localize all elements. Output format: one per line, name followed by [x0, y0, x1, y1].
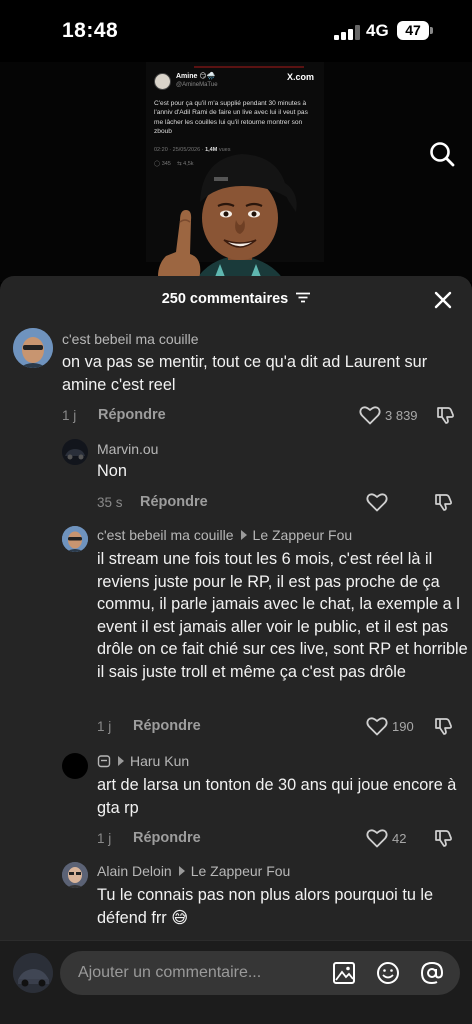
search-button[interactable]	[428, 140, 456, 168]
comment-item: c'est bebeil ma couille on va pas se men…	[0, 324, 472, 436]
comment-item: Alain Deloin Le Zappeur Fou Tu le connais…	[0, 860, 472, 940]
battery-icon: 47	[397, 21, 429, 40]
close-icon	[434, 291, 452, 309]
signal-icon	[334, 24, 360, 40]
comment-text: on va pas se mentir, tout ce qu'a dit ad…	[62, 353, 428, 394]
comment-text: Tu le connais pas non plus alors pourquo…	[97, 886, 434, 927]
like-count: 42	[392, 831, 407, 846]
reply-button[interactable]: Répondre	[98, 407, 166, 423]
heart-icon[interactable]	[366, 828, 388, 848]
reply-arrow-icon	[178, 866, 185, 876]
dislike-icon[interactable]	[434, 716, 454, 736]
reply-arrow-icon	[118, 756, 124, 766]
comments-title: 250 commentaires	[0, 291, 472, 307]
streamer-image	[158, 154, 297, 282]
tweet-text: C'est pour ça qu'il m'a supplié pendant …	[154, 100, 308, 136]
user-avatar[interactable]	[13, 953, 53, 993]
network-type: 4G	[366, 21, 389, 40]
avatar[interactable]	[62, 439, 88, 465]
comment-item: Haru Kun art de larsa un tonton de 30 an…	[0, 750, 472, 854]
comment-time: 1 j	[97, 831, 112, 846]
comment-text: il stream une fois tout les 6 mois, c'es…	[97, 550, 468, 681]
comment-input-bar	[0, 940, 472, 1024]
close-button[interactable]	[433, 290, 453, 310]
mention-icon[interactable]	[420, 961, 444, 985]
comment-username[interactable]: Marvin.ou	[97, 441, 158, 457]
comment-text: art de larsa un tonton de 30 ans qui jou…	[97, 776, 457, 817]
tweet-divider	[194, 66, 304, 68]
reply-to-username[interactable]: Haru Kun	[130, 753, 189, 769]
dislike-icon[interactable]	[434, 828, 454, 848]
like-count: 3 839	[385, 408, 418, 423]
battery-cap	[430, 27, 433, 34]
comment-username: Alain Deloin Le Zappeur Fou	[97, 863, 290, 879]
heart-icon[interactable]	[359, 405, 381, 425]
tweet-avatar	[154, 73, 171, 90]
comment-username: Haru Kun	[97, 753, 189, 769]
avatar[interactable]	[13, 328, 53, 368]
heart-icon[interactable]	[366, 492, 388, 512]
tweet-brand: X.com	[286, 72, 314, 82]
comment-username: c'est bebeil ma couille Le Zappeur Fou	[97, 527, 352, 543]
heart-icon[interactable]	[366, 716, 388, 736]
avatar[interactable]	[62, 753, 88, 779]
avatar[interactable]	[62, 862, 88, 888]
comment-username[interactable]: c'est bebeil ma couille	[62, 331, 199, 347]
status-bar: 18:48 4G 47	[0, 0, 472, 62]
sort-filter-icon[interactable]	[296, 291, 311, 307]
dislike-icon[interactable]	[436, 405, 456, 425]
reply-button[interactable]: Répondre	[133, 830, 201, 846]
like-count: 190	[392, 719, 414, 734]
reply-to-username[interactable]: Le Zappeur Fou	[191, 863, 291, 879]
comment-time: 1 j	[62, 408, 77, 423]
status-time: 18:48	[62, 19, 119, 42]
comment-item: Marvin.ou Non 35 s Répondre	[0, 436, 472, 518]
reply-arrow-icon	[240, 530, 247, 540]
reply-button[interactable]: Répondre	[133, 718, 201, 734]
comment-author[interactable]: Alain Deloin	[97, 863, 172, 879]
reply-button[interactable]: Répondre	[140, 494, 208, 510]
comments-sheet: 250 commentaires c'est bebeil ma couille…	[0, 276, 472, 1024]
comment-time: 1 j	[97, 719, 112, 734]
comment-time: 35 s	[97, 495, 123, 510]
sheet-header: 250 commentaires	[0, 276, 472, 322]
reply-to-username[interactable]: Le Zappeur Fou	[253, 527, 353, 543]
comment-text: Non	[97, 462, 127, 480]
dislike-icon[interactable]	[434, 492, 454, 512]
gift-badge-icon	[97, 755, 111, 768]
avatar[interactable]	[62, 526, 88, 552]
battery-level: 47	[405, 22, 421, 38]
comment-item: c'est bebeil ma couille Le Zappeur Fou il…	[0, 522, 472, 742]
comment-author[interactable]: c'est bebeil ma couille	[97, 527, 234, 543]
image-icon[interactable]	[332, 961, 356, 985]
emoji-icon[interactable]	[376, 961, 400, 985]
comment-input-pill	[60, 951, 460, 995]
comment-input[interactable]	[78, 951, 318, 995]
search-icon	[430, 142, 455, 167]
tweet-author: Amine 😏🌧️	[176, 73, 216, 80]
video-player[interactable]: Amine 😏🌧️ @AmineMaTue X.com C'est pour ç…	[0, 62, 472, 282]
tweet-handle: @AmineMaTue	[176, 82, 218, 88]
comments-count: 250 commentaires	[161, 291, 289, 307]
